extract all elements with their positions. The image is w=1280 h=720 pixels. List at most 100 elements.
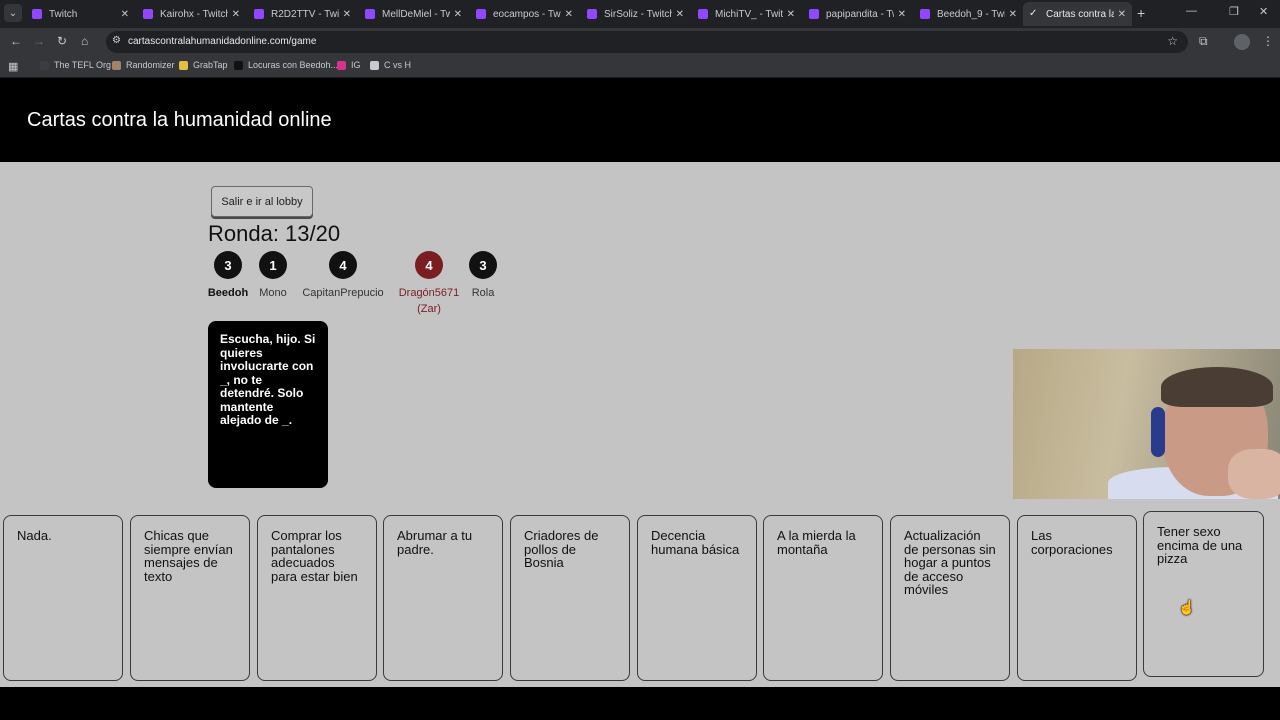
bookmark-item[interactable]: The TEFL Org xyxy=(40,60,111,70)
close-tab-icon[interactable]: ✕ xyxy=(232,9,240,20)
tab-title: Kairohx - Twitch xyxy=(160,8,228,20)
close-tab-icon[interactable]: ✕ xyxy=(676,9,684,20)
tab-title: Beedoh_9 - Twitc xyxy=(937,8,1005,20)
twitch-icon xyxy=(32,9,42,19)
player-name: Dragón5671 xyxy=(398,287,460,299)
bookmarks-bar: ▦ The TEFL Org Randomizer GrabTap Locura… xyxy=(0,56,1280,78)
browser-tab-bar: ⌄ Twitch ✕ Kairohx - Twitch ✕ R2D2TTV - … xyxy=(0,0,1280,28)
player-beedoh: 3 Beedoh xyxy=(208,251,248,301)
instagram-icon xyxy=(337,60,346,70)
browser-tab[interactable]: R2D2TTV - Twitch ✕ xyxy=(248,2,357,26)
white-card[interactable]: Las corporaciones xyxy=(1017,515,1137,681)
bookmark-favicon xyxy=(40,60,49,70)
browser-tab[interactable]: Beedoh_9 - Twitc ✕ xyxy=(914,2,1023,26)
close-tab-icon[interactable]: ✕ xyxy=(454,9,462,20)
white-card[interactable]: Chicas que siempre envían mensajes de te… xyxy=(130,515,250,681)
browser-tab[interactable]: papipandita - Twi ✕ xyxy=(803,2,912,26)
bookmark-label: IG xyxy=(351,60,361,70)
apps-grid-icon[interactable]: ▦ xyxy=(8,60,18,73)
browser-tab[interactable]: Kairohx - Twitch ✕ xyxy=(137,2,246,26)
white-card[interactable]: Actualización de personas sin hogar a pu… xyxy=(890,515,1010,681)
bookmark-favicon xyxy=(179,60,188,70)
browser-tab[interactable]: MichiTV_ - Twitch ✕ xyxy=(692,2,801,26)
profile-avatar[interactable] xyxy=(1234,34,1250,50)
tab-search-icon[interactable]: ⌄ xyxy=(4,4,22,22)
menu-icon[interactable]: ⋮ xyxy=(1262,34,1274,48)
twitch-icon xyxy=(143,9,153,19)
player-score: 3 xyxy=(469,251,497,279)
round-counter: Ronda: 13/20 xyxy=(208,221,341,246)
bookmark-item[interactable]: GrabTap xyxy=(179,60,228,70)
czar-label: (Zar) xyxy=(417,303,441,315)
white-card[interactable]: A la mierda la montaña xyxy=(763,515,883,681)
close-window-icon[interactable]: ✕ xyxy=(1259,5,1268,18)
check-icon: ✓ xyxy=(1029,8,1038,19)
bookmark-item[interactable]: Locuras con Beedoh... xyxy=(234,60,338,70)
bookmark-favicon xyxy=(112,60,121,70)
new-tab-icon[interactable]: + xyxy=(1137,5,1145,21)
white-card[interactable]: Decencia humana básica xyxy=(637,515,757,681)
close-tab-icon[interactable]: ✕ xyxy=(121,9,129,20)
close-tab-icon[interactable]: ✕ xyxy=(565,9,573,20)
twitch-icon xyxy=(476,9,486,19)
white-card-hovered[interactable]: Tener sexo encima de una pizza xyxy=(1143,511,1264,677)
tab-title: SirSoliz - Twitch xyxy=(604,8,672,20)
bookmark-label: The TEFL Org xyxy=(54,60,112,70)
address-bar[interactable]: ⚙ cartascontralahumanidadonline.com/game… xyxy=(106,31,1188,53)
close-tab-icon[interactable]: ✕ xyxy=(787,9,795,20)
player-score: 1 xyxy=(259,251,287,279)
white-card[interactable]: Criadores de pollos de Bosnia xyxy=(510,515,630,681)
tab-title: MichiTV_ - Twitch xyxy=(715,8,783,20)
player-name: Mono xyxy=(259,287,287,299)
webcam-person-hand xyxy=(1228,449,1280,499)
bookmark-label: Locuras con Beedoh... xyxy=(248,60,339,70)
bookmark-star-icon[interactable]: ☆ xyxy=(1167,34,1178,48)
browser-tab[interactable]: MellDeMiel - Twi ✕ xyxy=(359,2,468,26)
reload-icon[interactable]: ↻ xyxy=(57,34,67,48)
player-score: 3 xyxy=(214,251,242,279)
black-question-card: Escucha, hijo. Si quieres involucrarte c… xyxy=(208,321,328,488)
close-tab-icon[interactable]: ✕ xyxy=(1118,9,1126,20)
white-card[interactable]: Nada. xyxy=(3,515,123,681)
close-tab-icon[interactable]: ✕ xyxy=(1009,9,1017,20)
bookmark-favicon xyxy=(234,60,243,70)
bookmark-item[interactable]: IG xyxy=(337,60,361,70)
player-mono: 1 Mono xyxy=(256,251,290,301)
restore-icon[interactable]: ❐ xyxy=(1229,5,1239,18)
hand-pointer-cursor-icon: ☝ xyxy=(1178,599,1196,615)
player-score: 4 xyxy=(329,251,357,279)
page: Cartas contra la humanidad online Salir … xyxy=(0,79,1280,720)
player-dragon5671-czar: 4 Dragón5671 (Zar) xyxy=(397,251,461,317)
player-rola: 3 Rola xyxy=(469,251,497,301)
browser-tab-active[interactable]: ✓ Cartas contra la h ✕ xyxy=(1023,2,1132,26)
player-name: Rola xyxy=(471,287,495,299)
leave-to-lobby-button[interactable]: Salir e ir al lobby xyxy=(211,186,313,217)
bookmark-item[interactable]: Randomizer xyxy=(112,60,175,70)
bookmark-label: Randomizer xyxy=(126,60,175,70)
twitch-icon xyxy=(587,9,597,19)
extensions-icon[interactable]: ⧉ xyxy=(1199,34,1208,49)
minimize-icon[interactable]: — xyxy=(1186,5,1197,17)
site-info-icon[interactable]: ⚙ xyxy=(112,35,121,46)
bookmark-item[interactable]: C vs H xyxy=(370,60,411,70)
twitch-icon xyxy=(920,9,930,19)
site-title: Cartas contra la humanidad online xyxy=(27,109,332,131)
close-tab-icon[interactable]: ✕ xyxy=(898,9,906,20)
close-tab-icon[interactable]: ✕ xyxy=(343,9,351,20)
browser-tab[interactable]: Twitch ✕ xyxy=(26,2,135,26)
headset-icon xyxy=(1151,407,1165,457)
white-card[interactable]: Comprar los pantalones adecuados para es… xyxy=(257,515,377,681)
browser-tab[interactable]: eocampos - Twitc ✕ xyxy=(470,2,579,26)
tab-title: eocampos - Twitc xyxy=(493,8,561,20)
home-icon[interactable]: ⌂ xyxy=(81,34,88,48)
url-text: cartascontralahumanidadonline.com/game xyxy=(128,36,317,47)
bookmark-favicon xyxy=(370,60,379,70)
site-header: Cartas contra la humanidad online xyxy=(0,79,1280,162)
white-card[interactable]: Abrumar a tu padre. xyxy=(383,515,503,681)
browser-tab[interactable]: SirSoliz - Twitch ✕ xyxy=(581,2,690,26)
white-card-hand: Nada. Chicas que siempre envían mensajes… xyxy=(0,511,1280,687)
twitch-icon xyxy=(365,9,375,19)
forward-icon[interactable]: → xyxy=(33,34,45,48)
back-icon[interactable]: ← xyxy=(10,34,22,48)
webcam-person-hair xyxy=(1161,367,1273,407)
